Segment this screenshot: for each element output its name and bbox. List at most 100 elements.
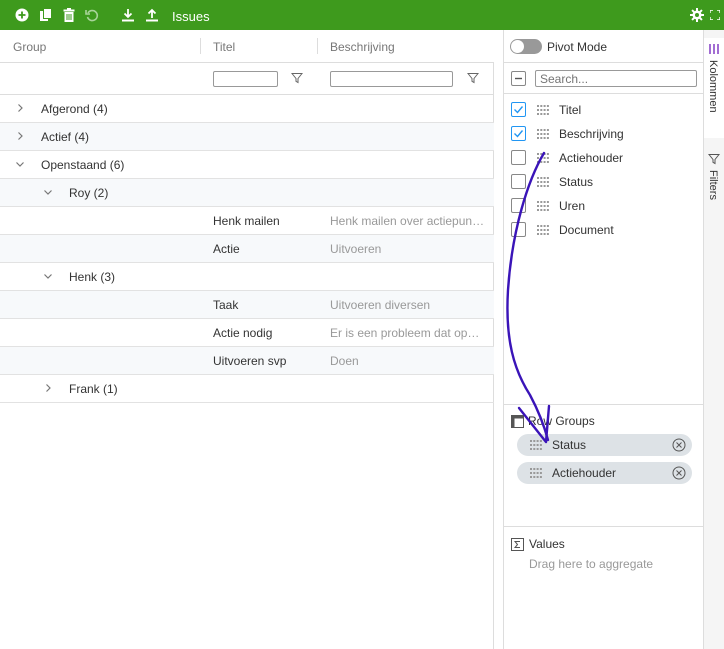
chevron-right-icon[interactable] (43, 383, 53, 393)
values-header: Values (511, 537, 565, 551)
column-name: Uren (559, 199, 586, 213)
group-row[interactable]: Frank (1) (0, 375, 494, 403)
column-separator[interactable] (317, 38, 318, 54)
titel-filter-input[interactable] (213, 71, 278, 87)
grid-header: Group Titel Beschrijving (0, 30, 494, 63)
beschrijving-cell: Doen (330, 354, 359, 368)
titel-cell: Actie nodig (213, 326, 273, 340)
tab-label: Filters (707, 170, 719, 200)
toolbar: Issues (0, 0, 724, 30)
row-groups-header: Row Groups (511, 414, 595, 428)
titel-cell: Taak (213, 298, 239, 312)
column-header-group[interactable]: Group (13, 40, 46, 54)
column-item-document[interactable]: Document (504, 218, 704, 242)
column-item-beschrijving[interactable]: Beschrijving (504, 122, 704, 146)
undo-icon[interactable] (84, 7, 100, 23)
table-row[interactable]: Taak Uitvoeren diversen (0, 291, 494, 319)
columns-icon (709, 44, 719, 54)
drag-handle-icon[interactable] (537, 201, 549, 211)
tab-kolommen[interactable]: Kolommen (704, 38, 724, 138)
drag-handle-icon[interactable] (537, 129, 549, 139)
row-groups-drop-zone[interactable]: Row Groups Status Actiehouder (504, 404, 704, 526)
row-groups-icon (511, 414, 524, 428)
drag-handle-icon[interactable] (537, 153, 549, 163)
column-name: Titel (559, 103, 582, 117)
column-name: Actiehouder (559, 151, 624, 165)
delete-icon[interactable] (61, 7, 77, 23)
group-row[interactable]: Openstaand (6) (0, 151, 494, 179)
row-groups-label: Row Groups (528, 414, 595, 428)
group-label: Actief (4) (41, 130, 90, 144)
beschrijving-cell: Uitvoeren diversen (330, 298, 431, 312)
upload-icon[interactable] (144, 7, 160, 23)
titel-cell: Henk mailen (213, 214, 280, 228)
add-icon[interactable] (14, 7, 30, 23)
sigma-icon (511, 537, 524, 551)
values-placeholder: Drag here to aggregate (529, 557, 654, 571)
filter-icon[interactable] (467, 72, 479, 84)
group-label: Afgerond (4) (41, 102, 108, 116)
column-header-beschrijving[interactable]: Beschrijving (330, 40, 395, 54)
column-item-uren[interactable]: Uren (504, 194, 704, 218)
download-icon[interactable] (120, 7, 136, 23)
column-separator[interactable] (200, 38, 201, 54)
titel-cell: Uitvoeren svp (213, 354, 287, 368)
column-item-status[interactable]: Status (504, 170, 704, 194)
drag-handle-icon[interactable] (537, 105, 549, 115)
settings-icon[interactable] (689, 7, 705, 23)
tab-filters[interactable]: Filters (704, 148, 724, 208)
group-row[interactable]: Afgerond (4) (0, 95, 494, 123)
column-checkbox[interactable] (511, 150, 526, 165)
column-search-input[interactable] (535, 70, 697, 87)
select-all-checkbox[interactable] (511, 71, 526, 86)
chevron-right-icon[interactable] (15, 131, 25, 141)
group-row[interactable]: Roy (2) (0, 179, 494, 207)
drag-handle-icon[interactable] (537, 177, 549, 187)
column-checkbox[interactable] (511, 174, 526, 189)
column-checkbox[interactable] (511, 126, 526, 141)
filter-icon (708, 154, 720, 165)
column-item-titel[interactable]: Titel (504, 98, 704, 122)
values-label: Values (529, 537, 565, 551)
beschrijving-cell: Uitvoeren (330, 242, 382, 256)
table-row[interactable]: Actie Uitvoeren (0, 235, 494, 263)
column-name: Document (559, 223, 614, 237)
drag-handle-icon[interactable] (530, 468, 542, 478)
copy-icon[interactable] (38, 7, 54, 23)
column-checkbox[interactable] (511, 102, 526, 117)
drag-handle-icon[interactable] (537, 225, 549, 235)
group-row[interactable]: Actief (4) (0, 123, 494, 151)
table-row[interactable]: Uitvoeren svp Doen (0, 347, 494, 375)
table-row[interactable]: Henk mailen Henk mailen over actiepunten (0, 207, 494, 235)
column-checkbox[interactable] (511, 222, 526, 237)
beschrijving-cell: Er is een probleem dat opgelost moet wor… (330, 326, 485, 340)
column-checkbox[interactable] (511, 198, 526, 213)
group-row[interactable]: Henk (3) (0, 263, 494, 291)
column-item-actiehouder[interactable]: Actiehouder (504, 146, 704, 170)
chevron-right-icon[interactable] (15, 103, 25, 113)
remove-icon[interactable] (672, 438, 686, 452)
values-drop-zone[interactable]: Values Drag here to aggregate (504, 526, 704, 649)
group-label: Frank (1) (69, 382, 118, 396)
filter-icon[interactable] (291, 72, 303, 84)
chevron-down-icon[interactable] (43, 271, 53, 281)
row-group-pill-actiehouder[interactable]: Actiehouder (517, 462, 692, 484)
pill-label: Actiehouder (552, 466, 617, 480)
group-label: Roy (2) (69, 186, 109, 200)
fullscreen-icon[interactable] (709, 7, 721, 23)
pivot-mode-toggle[interactable] (510, 39, 542, 54)
chevron-down-icon[interactable] (15, 159, 25, 169)
chevron-down-icon[interactable] (43, 187, 53, 197)
beschrijving-filter-input[interactable] (330, 71, 453, 87)
column-header-titel[interactable]: Titel (213, 40, 235, 54)
table-row[interactable]: Actie nodig Er is een probleem dat opgel… (0, 319, 494, 347)
data-grid: Group Titel Beschrijving Afgerond (4) Ac… (0, 30, 494, 649)
titel-cell: Actie (213, 242, 240, 256)
remove-icon[interactable] (672, 466, 686, 480)
column-search-bar (504, 63, 704, 94)
beschrijving-cell: Henk mailen over actiepunten (330, 214, 485, 228)
row-group-pill-status[interactable]: Status (517, 434, 692, 456)
group-label: Henk (3) (69, 270, 116, 284)
drag-handle-icon[interactable] (530, 440, 542, 450)
pivot-mode-label: Pivot Mode (547, 40, 608, 54)
